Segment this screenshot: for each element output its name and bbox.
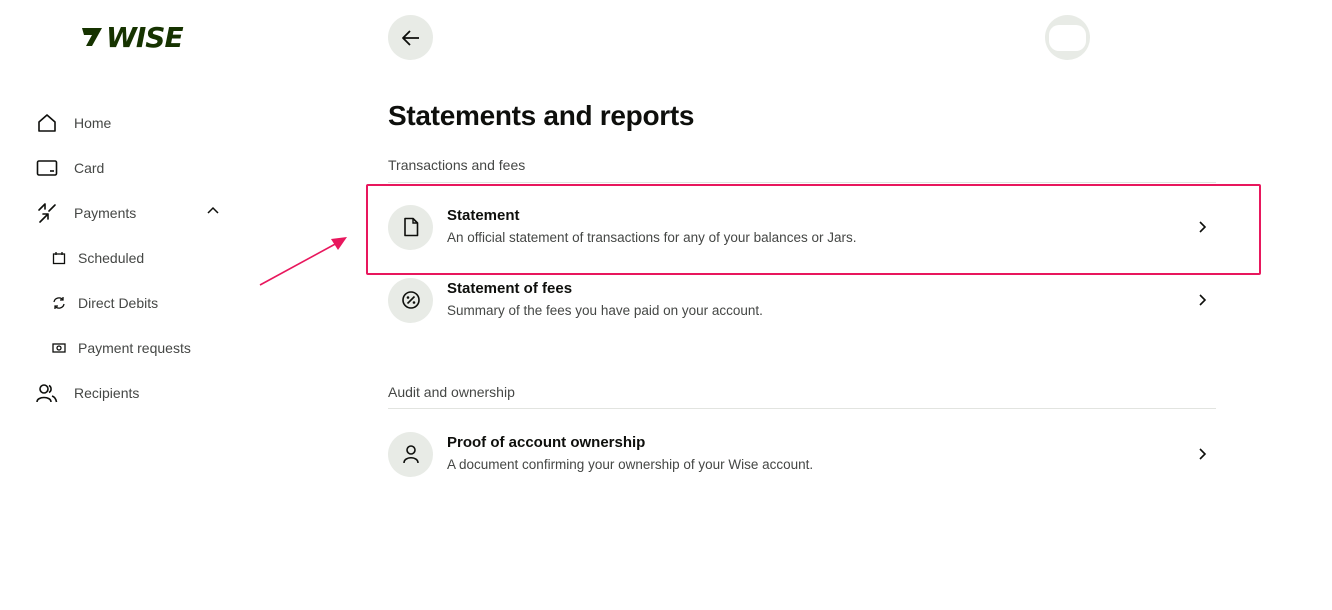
proof-of-ownership-row[interactable]: Proof of account ownership A document co… (388, 424, 1216, 484)
sidebar-item-recipients[interactable]: Recipients (36, 370, 236, 415)
row-title: Statement of fees (447, 280, 573, 297)
divider (388, 182, 1216, 183)
logo-text: WISE (106, 20, 184, 54)
sidebar-item-label: Payment requests (78, 339, 191, 356)
sidebar-item-label: Home (74, 114, 112, 131)
document-icon (388, 204, 433, 250)
row-description: An official statement of transactions fo… (447, 230, 857, 245)
row-title: Proof of account ownership (447, 434, 646, 451)
sidebar-item-scheduled[interactable]: Scheduled (36, 235, 236, 280)
chevron-right-icon (1190, 220, 1214, 234)
divider (388, 408, 1216, 409)
wise-flag-icon (82, 28, 102, 46)
chevron-up-icon[interactable] (206, 204, 220, 221)
page-title: Statements and reports (388, 100, 695, 131)
sidebar-item-payment-requests[interactable]: Payment requests (36, 325, 236, 370)
statement-row[interactable]: Statement An official statement of trans… (388, 197, 1216, 257)
sidebar-item-label: Card (74, 159, 105, 176)
person-icon (388, 431, 433, 477)
chevron-right-icon (1190, 293, 1214, 307)
row-description: Summary of the fees you have paid on you… (447, 303, 763, 318)
avatar[interactable] (1045, 15, 1090, 60)
sidebar-item-direct-debits[interactable]: Direct Debits (36, 280, 236, 325)
recipients-icon (36, 382, 58, 404)
row-title: Statement (447, 207, 520, 224)
sidebar-item-card[interactable]: Card (36, 145, 236, 190)
sidebar-nav: Home Card Payments Scheduled Direct Debi… (36, 100, 236, 415)
sidebar-item-label: Recipients (74, 384, 140, 401)
section-label-audit: Audit and ownership (388, 384, 515, 400)
section-label-transactions: Transactions and fees (388, 157, 526, 173)
annotation-arrow-icon (259, 237, 347, 286)
payments-icon (36, 202, 58, 224)
row-description: A document confirming your ownership of … (447, 457, 814, 472)
sidebar-item-label: Payments (74, 204, 137, 221)
sidebar-item-payments[interactable]: Payments (36, 190, 236, 235)
sidebar-item-label: Scheduled (78, 249, 145, 266)
arrow-left-icon (401, 29, 419, 46)
percent-icon (388, 277, 433, 323)
back-button[interactable] (388, 15, 433, 60)
chevron-right-icon (1190, 447, 1214, 461)
sidebar-item-label: Direct Debits (78, 294, 159, 311)
card-icon (36, 157, 58, 179)
statement-of-fees-row[interactable]: Statement of fees Summary of the fees yo… (388, 270, 1216, 330)
home-icon (36, 112, 58, 134)
payment-request-icon (50, 339, 68, 357)
avatar-image (1049, 24, 1086, 51)
calendar-icon (50, 249, 68, 267)
wise-logo[interactable]: WISE (80, 20, 184, 54)
sidebar-item-home[interactable]: Home (36, 100, 236, 145)
refresh-icon (50, 294, 68, 312)
